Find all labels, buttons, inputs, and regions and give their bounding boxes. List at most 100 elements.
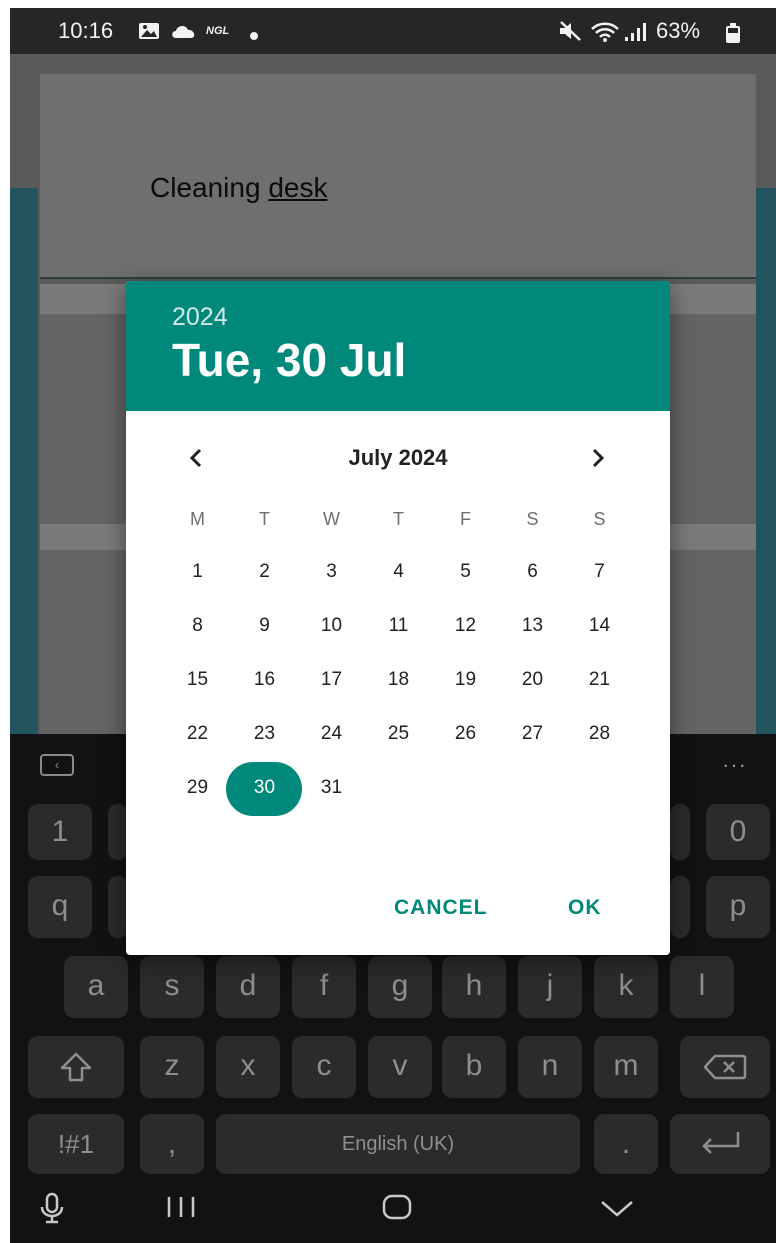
- key-b[interactable]: b: [442, 1036, 506, 1098]
- calendar-day[interactable]: 9: [231, 599, 298, 653]
- key-h[interactable]: h: [442, 956, 506, 1018]
- calendar-day[interactable]: 10: [298, 599, 365, 653]
- key-x[interactable]: x: [216, 1036, 280, 1098]
- calendar-day[interactable]: 23: [231, 707, 298, 761]
- key-partial[interactable]: [670, 804, 690, 860]
- calendar-day[interactable]: 27: [499, 707, 566, 761]
- shift-key[interactable]: [28, 1036, 124, 1098]
- hide-keyboard-icon[interactable]: [600, 1200, 634, 1223]
- cancel-button[interactable]: CANCEL: [394, 896, 488, 920]
- ngl-icon: NGL: [206, 25, 230, 37]
- period-key[interactable]: .: [594, 1114, 658, 1174]
- calendar-day[interactable]: 15: [164, 653, 231, 707]
- calendar-day[interactable]: 29: [164, 761, 231, 815]
- calendar-day[interactable]: 28: [566, 707, 633, 761]
- calendar-day[interactable]: 26: [432, 707, 499, 761]
- key-partial[interactable]: [670, 876, 690, 938]
- weekday-label: M: [190, 509, 205, 529]
- calendar-day[interactable]: 13: [499, 599, 566, 653]
- date-picker-dialog: 2024 Tue, 30 Jul July 2024 MTWTFSS 12345…: [126, 281, 670, 955]
- space-key[interactable]: English (UK): [216, 1114, 580, 1174]
- calendar-day[interactable]: 31: [298, 761, 365, 815]
- calendar-day[interactable]: 14: [566, 599, 633, 653]
- key-p[interactable]: p: [706, 876, 770, 938]
- key-v[interactable]: v: [368, 1036, 432, 1098]
- calendar-day[interactable]: 20: [499, 653, 566, 707]
- ok-button[interactable]: OK: [568, 896, 602, 920]
- calendar-day[interactable]: 24: [298, 707, 365, 761]
- key-partial[interactable]: [108, 804, 128, 860]
- dot-icon: [250, 27, 258, 45]
- key-g[interactable]: g: [368, 956, 432, 1018]
- calendar-day[interactable]: 16: [231, 653, 298, 707]
- cloud-icon: [170, 23, 198, 44]
- status-bar: 10:16 NGL 63%: [10, 8, 776, 54]
- calendar-day[interactable]: 17: [298, 653, 365, 707]
- more-options-icon[interactable]: ···: [722, 752, 747, 778]
- calendar-day[interactable]: 3: [298, 545, 365, 599]
- key-0[interactable]: 0: [706, 804, 770, 860]
- keyboard-toolbar-back-icon[interactable]: ‹: [40, 754, 74, 776]
- next-month-button[interactable]: [578, 441, 618, 475]
- key-1[interactable]: 1: [28, 804, 92, 860]
- symbols-key[interactable]: !#1: [28, 1114, 124, 1174]
- key-a[interactable]: a: [64, 956, 128, 1018]
- recent-apps-icon[interactable]: [166, 1196, 196, 1223]
- key-j[interactable]: j: [518, 956, 582, 1018]
- enter-key[interactable]: [670, 1114, 770, 1174]
- calendar-day[interactable]: 4: [365, 545, 432, 599]
- calendar-day[interactable]: 25: [365, 707, 432, 761]
- left-accent-strip: [10, 188, 38, 734]
- wifi-icon: [590, 21, 620, 48]
- calendar-day[interactable]: 12: [432, 599, 499, 653]
- key-q[interactable]: q: [28, 876, 92, 938]
- month-navigation: July 2024: [126, 437, 670, 477]
- key-z[interactable]: z: [140, 1036, 204, 1098]
- chevron-right-icon: [592, 448, 605, 468]
- weekday-label: S: [593, 509, 606, 529]
- selected-date[interactable]: Tue, 30 Jul: [172, 333, 406, 387]
- signal-icon: [624, 22, 650, 47]
- weekday-label: F: [460, 509, 471, 529]
- calendar-day[interactable]: 1: [164, 545, 231, 599]
- weekday-label: W: [323, 509, 340, 529]
- key-partial[interactable]: [108, 876, 128, 938]
- backspace-key[interactable]: [680, 1036, 770, 1098]
- navigation-bar: [10, 1174, 776, 1243]
- calendar-day[interactable]: 11: [365, 599, 432, 653]
- home-icon[interactable]: [382, 1194, 412, 1225]
- key-m[interactable]: m: [594, 1036, 658, 1098]
- key-l[interactable]: l: [670, 956, 734, 1018]
- calendar-day-selected[interactable]: 30: [231, 761, 298, 815]
- calendar-day[interactable]: 21: [566, 653, 633, 707]
- calendar-day[interactable]: 7: [566, 545, 633, 599]
- task-card[interactable]: Cleaning desk: [40, 74, 756, 279]
- right-accent-strip: [756, 188, 776, 734]
- weekday-label: S: [526, 509, 539, 529]
- key-f[interactable]: f: [292, 956, 356, 1018]
- status-time: 10:16: [58, 18, 114, 43]
- calendar-day[interactable]: 18: [365, 653, 432, 707]
- date-picker-header: 2024 Tue, 30 Jul: [126, 281, 670, 411]
- battery-icon: [726, 23, 740, 48]
- calendar-day[interactable]: 6: [499, 545, 566, 599]
- task-title: Cleaning desk: [150, 172, 328, 203]
- weekday-label: T: [393, 509, 404, 529]
- mute-icon: [558, 21, 582, 46]
- calendar-day[interactable]: 5: [432, 545, 499, 599]
- key-n[interactable]: n: [518, 1036, 582, 1098]
- calendar-day[interactable]: 19: [432, 653, 499, 707]
- key-c[interactable]: c: [292, 1036, 356, 1098]
- key-s[interactable]: s: [140, 956, 204, 1018]
- weekday-label: T: [259, 509, 270, 529]
- calendar-day[interactable]: 2: [231, 545, 298, 599]
- backspace-icon: [703, 1054, 747, 1080]
- enter-icon: [702, 1132, 740, 1154]
- key-d[interactable]: d: [216, 956, 280, 1018]
- comma-key[interactable]: ,: [140, 1114, 204, 1174]
- key-k[interactable]: k: [594, 956, 658, 1018]
- microphone-icon[interactable]: [38, 1192, 66, 1229]
- selected-year[interactable]: 2024: [172, 303, 228, 332]
- calendar-day[interactable]: 22: [164, 707, 231, 761]
- calendar-day[interactable]: 8: [164, 599, 231, 653]
